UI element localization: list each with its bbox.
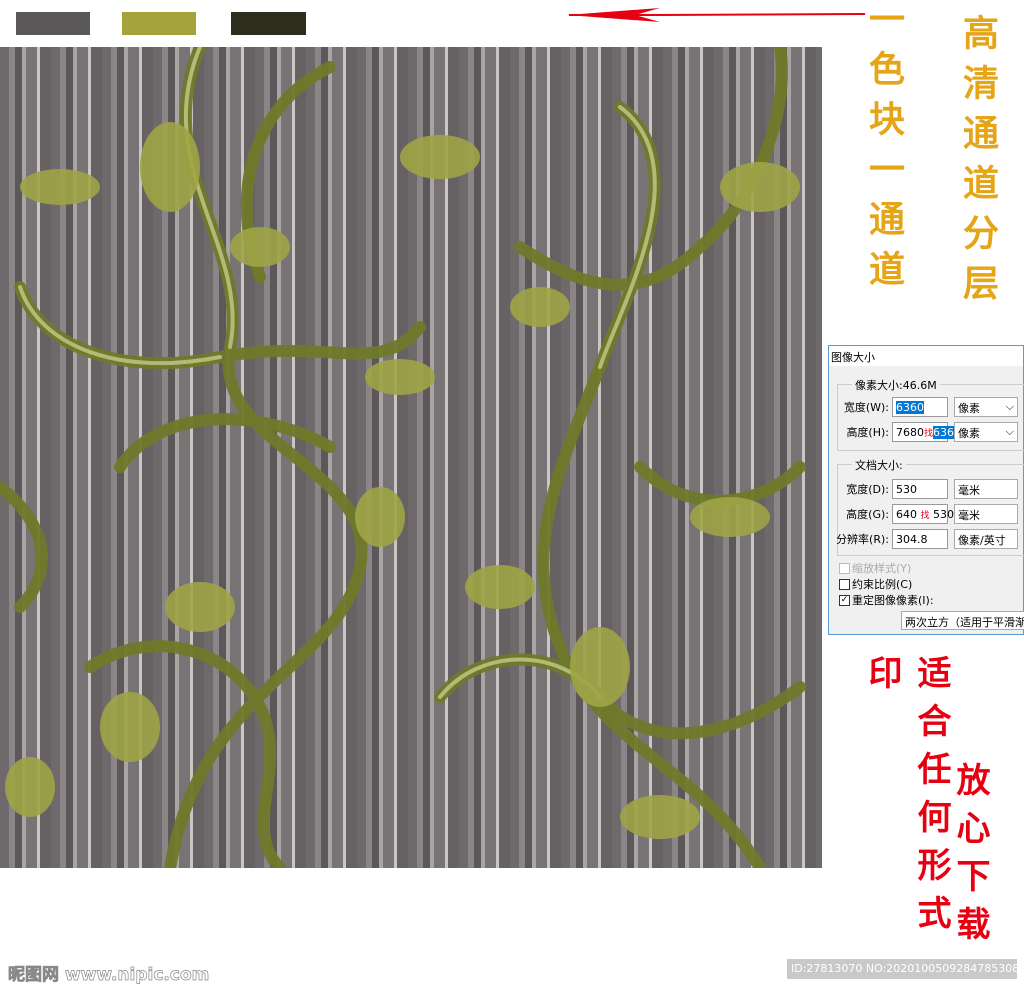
unit-value: 像素	[958, 427, 980, 440]
pixel-height-unit-select[interactable]: 像素 ⌵	[954, 422, 1018, 442]
pattern-image	[0, 47, 822, 868]
arrow-left-icon	[567, 8, 865, 22]
pixel-width-unit-select[interactable]: 像素 ⌵	[954, 397, 1018, 417]
checkbox-label: 缩放样式(Y)	[852, 562, 912, 575]
document-size-group: 文档大小: 宽度(D): 530 毫米 高度(G): 640 找 530 毫米 …	[836, 457, 1024, 556]
resample-method-select[interactable]: 两次立方（适用于平滑渐变	[901, 611, 1024, 630]
pixel-size-label: 像素大小:46.6M	[852, 377, 940, 393]
checkbox-box	[839, 562, 850, 574]
resolution-input[interactable]: 304.8	[892, 529, 948, 549]
unit-value: 像素	[958, 402, 980, 415]
image-size-dialog: 图像大小 像素大小:46.6M 宽度(W): 6360 像素 ⌵ 高度(H): 7…	[828, 345, 1024, 635]
checkbox-label: 约束比例(C)	[852, 578, 913, 591]
checkbox-box	[839, 578, 850, 590]
doc-width-input[interactable]: 530	[892, 479, 948, 499]
resolution-label: 分辨率(R):	[836, 533, 889, 546]
doc-height-old: 640	[896, 507, 917, 521]
pixel-width-input[interactable]: 6360	[892, 397, 948, 417]
checkmark-icon: ✓	[839, 594, 850, 606]
pixel-width-value: 6360	[896, 400, 924, 414]
caption-hd-channel-layers: 高清通道分层	[957, 14, 999, 314]
color-swatch-dark	[231, 12, 306, 35]
pixel-height-old: 7680	[896, 425, 924, 439]
caption-suitable-any-print: 适合任何形式印	[862, 655, 951, 943]
doc-height-new: 530	[933, 507, 955, 521]
resolution-value: 304.8	[896, 532, 928, 546]
doc-width-label: 宽度(D):	[846, 483, 889, 496]
unit-value: 毫米	[958, 484, 980, 497]
change-mark: 找	[920, 510, 930, 521]
doc-width-unit-select[interactable]: 毫米	[954, 479, 1018, 499]
resolution-unit-select[interactable]: 像素/英寸	[954, 529, 1018, 549]
pixel-width-label: 宽度(W):	[843, 401, 889, 414]
document-size-label: 文档大小:	[852, 457, 906, 473]
checkbox-label: 重定图像像素(I):	[852, 594, 934, 607]
doc-width-value: 530	[896, 482, 917, 496]
constrain-proportions-checkbox[interactable]: 约束比例(C)	[839, 576, 912, 592]
pixel-size-group: 像素大小:46.6M 宽度(W): 6360 像素 ⌵ 高度(H): 7680 找 6…	[837, 377, 1024, 451]
chevron-down-icon: ⌵	[1005, 425, 1014, 438]
resample-checkbox[interactable]: ✓ 重定图像像素(I):	[839, 592, 934, 608]
unit-value: 毫米	[958, 509, 980, 522]
caption-one-block-one-channel: 一色块一通道	[863, 0, 905, 300]
color-swatch-olive	[122, 12, 196, 35]
watermark-logo: 昵图网 www.nipic.com	[8, 965, 210, 986]
doc-height-unit-select[interactable]: 毫米	[954, 504, 1018, 524]
dialog-title: 图像大小	[829, 346, 1023, 366]
unit-value: 像素/英寸	[958, 534, 1006, 547]
change-mark: 找	[924, 428, 934, 439]
scale-styles-checkbox[interactable]: 缩放样式(Y)	[839, 560, 911, 576]
image-id-label: ID:27813070 NO:20201005092847853082	[787, 959, 1024, 979]
pixel-height-label: 高度(H):	[846, 426, 889, 439]
caption-download-safely: 放心下载	[950, 762, 990, 954]
resample-method-value: 两次立方（适用于平滑渐变	[905, 616, 1024, 629]
chevron-down-icon: ⌵	[1005, 400, 1014, 413]
pixel-height-input[interactable]: 7680 找 6360	[892, 422, 962, 442]
doc-height-label: 高度(G):	[846, 508, 889, 521]
color-swatch-gray	[16, 12, 90, 35]
doc-height-input[interactable]: 640 找 530	[892, 504, 954, 524]
